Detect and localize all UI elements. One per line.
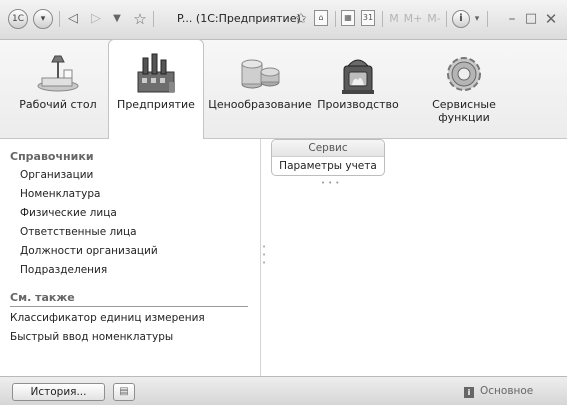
memory-mplus-icon[interactable]: M+ [403,9,423,29]
catalogs-title: Справочники [10,150,94,163]
see-also-title: См. также [10,291,75,304]
app-logo-text: 1С [11,14,24,24]
info-icon: i [464,387,474,398]
service-link-accounting-params[interactable]: Параметры учета [272,157,384,175]
catalog-link-responsible-persons[interactable]: Ответственные лица [20,226,137,238]
forward-arrow-icon[interactable]: ▷ [88,9,104,29]
home-icon[interactable]: ⌂ [314,10,328,26]
catalog-link-departments[interactable]: Подразделения [20,264,107,276]
desk-lamp-icon [37,55,79,92]
favorite-star-icon[interactable]: ☆ [131,9,149,29]
catalog-link-organizations[interactable]: Организации [20,169,93,181]
calculator-icon[interactable]: ▦ [341,10,355,26]
memory-m-icon[interactable]: M [388,9,400,29]
window-title: P... (1С:Предприятие) [177,12,301,25]
sections-panel: Рабочий стол Предприятие Ценообразование [0,39,567,139]
factory-icon [137,53,175,93]
status-bar: История... ▤ i Основное [0,376,567,405]
catalog-link-individuals[interactable]: Физические лица [20,207,117,219]
coins-icon [241,59,280,89]
toolbar-separator [487,11,488,27]
see-also-link-quick-entry[interactable]: Быстрый ввод номенклатуры [10,331,173,343]
catalog-link-positions[interactable]: Должности организаций [20,245,158,257]
catalog-link-nomenclature[interactable]: Номенклатура [20,188,100,200]
splitter-handle[interactable]: • • • [262,243,266,267]
main-content: Справочники Организации Номенклатура Физ… [0,139,567,376]
status-text[interactable]: Основное [480,385,533,397]
section-production[interactable]: Производство [312,40,404,138]
section-service-functions[interactable]: Сервисные функции [416,40,512,138]
toolbar-separator [153,11,154,27]
memory-mminus-icon[interactable]: M- [425,9,443,29]
service-group: Сервис Параметры учета [271,139,385,176]
toolbar-separator [59,11,60,27]
section-label: Сервисные функции [432,98,496,124]
section-label: Предприятие [117,98,195,111]
section-pricing[interactable]: Ценообразование [208,40,312,138]
toolbar-separator [382,11,383,27]
furnace-icon [342,59,374,94]
service-group-resize-handle[interactable]: ••• [321,179,342,187]
section-label: Производство [317,98,399,111]
calendar-icon[interactable]: 31 [361,10,375,26]
messages-icon[interactable]: ▤ [113,383,135,401]
see-also-link-units-classifier[interactable]: Классификатор единиц измерения [10,312,205,324]
close-icon[interactable]: ✕ [543,9,559,29]
star-add-icon[interactable]: ✩ [293,9,309,29]
title-bar: 1С ▾ ◁ ▷ ▼ ☆ P... (1С:Предприятие) ✩ ⌂ ▦… [0,0,567,40]
section-label: Рабочий стол [19,98,97,111]
maximize-icon[interactable]: □ [524,9,538,29]
info-dropdown-icon[interactable]: ▾ [472,9,482,29]
service-group-title: Сервис [272,140,384,157]
navigation-pane: Справочники Организации Номенклатура Физ… [10,139,261,376]
gear-icon [447,57,481,91]
toolbar-separator [446,11,447,27]
info-icon[interactable]: i [452,10,470,28]
app-logo-icon[interactable]: 1С [8,9,28,29]
section-label: Ценообразование [208,98,312,111]
back-arrow-icon[interactable]: ◁ [65,9,81,29]
section-desktop[interactable]: Рабочий стол [18,40,98,138]
see-also-divider [10,306,248,307]
toolbar-separator [335,11,336,27]
dropdown-circle-icon[interactable]: ▾ [33,9,53,29]
section-enterprise[interactable]: Предприятие [108,39,204,139]
history-button[interactable]: История... [12,383,105,401]
dropdown-arrow-icon[interactable]: ▼ [111,9,123,29]
minimize-icon[interactable]: – [505,9,519,29]
